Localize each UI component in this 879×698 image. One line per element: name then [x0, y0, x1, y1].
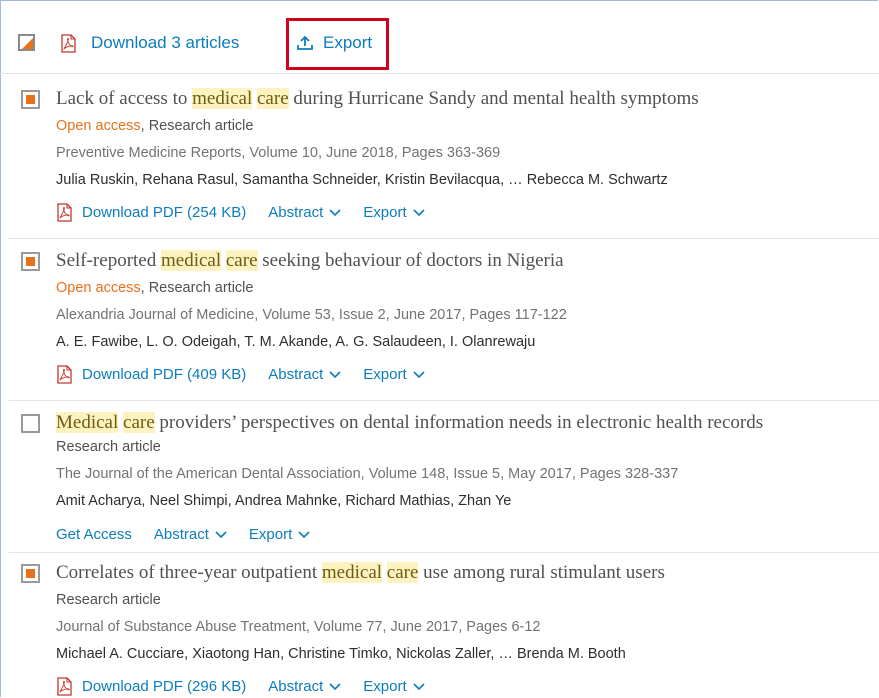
pdf-icon — [61, 33, 76, 53]
result-title-link[interactable]: Correlates of three-year outpatient medi… — [56, 562, 665, 584]
export-toggle[interactable]: Export — [363, 366, 425, 383]
chevron-down-icon — [329, 208, 341, 216]
chevron-down-icon — [329, 682, 341, 690]
result-checkbox[interactable] — [21, 252, 40, 271]
source-citation: Journal of Substance Abuse Treatment, Vo… — [56, 619, 541, 635]
pdf-icon — [57, 677, 72, 696]
export-highlight-box — [286, 18, 389, 70]
abstract-toggle[interactable]: Abstract — [268, 204, 341, 221]
article-type: Research article — [56, 439, 161, 455]
select-all-checkbox[interactable] — [18, 34, 35, 51]
download-pdf-link[interactable]: Download PDF (409 KB) — [56, 365, 246, 384]
pdf-icon — [57, 365, 72, 384]
chevron-down-icon — [413, 370, 425, 378]
article-type: Open access, Research article — [56, 280, 254, 296]
open-access-badge: Open access — [56, 118, 141, 134]
result-actions: Download PDF (409 KB) Abstract Export — [56, 365, 425, 384]
authors: Michael A. Cucciare, Xiaotong Han, Chris… — [56, 646, 626, 662]
download-selected-button[interactable]: Download 3 articles — [60, 33, 239, 53]
abstract-toggle[interactable]: Abstract — [268, 366, 341, 383]
download-pdf-link[interactable]: Download PDF (254 KB) — [56, 203, 246, 222]
result-divider — [8, 552, 879, 553]
source-citation: Preventive Medicine Reports, Volume 10, … — [56, 145, 501, 161]
download-pdf-link[interactable]: Download PDF (296 KB) — [56, 677, 246, 696]
chevron-down-icon — [413, 208, 425, 216]
results-toolbar: Download 3 articles Export — [0, 0, 879, 74]
authors: Amit Acharya, Neel Shimpi, Andrea Mahnke… — [56, 493, 512, 509]
export-toggle[interactable]: Export — [249, 526, 310, 543]
abstract-toggle[interactable]: Abstract — [154, 526, 227, 543]
authors: Julia Ruskin, Rehana Rasul, Samantha Sch… — [56, 172, 668, 188]
pdf-icon — [57, 203, 72, 222]
chevron-down-icon — [215, 530, 227, 538]
open-access-badge: Open access — [56, 280, 141, 296]
result-actions: Get Access Abstract Export — [56, 526, 310, 543]
result-actions: Download PDF (254 KB) Abstract Export — [56, 203, 425, 222]
result-actions: Download PDF (296 KB) Abstract Export — [56, 677, 425, 696]
result-divider — [8, 400, 879, 401]
result-title-link[interactable]: Lack of access to medical care during Hu… — [56, 88, 699, 110]
source-citation: The Journal of the American Dental Assoc… — [56, 466, 679, 482]
result-checkbox[interactable] — [21, 414, 40, 433]
export-toggle[interactable]: Export — [363, 678, 425, 695]
chevron-down-icon — [298, 530, 310, 538]
get-access-link[interactable]: Get Access — [56, 526, 132, 543]
authors: A. E. Fawibe, L. O. Odeigah, T. M. Akand… — [56, 334, 536, 350]
result-title-link[interactable]: Medical care providers’ perspectives on … — [56, 412, 763, 434]
chevron-down-icon — [413, 682, 425, 690]
abstract-toggle[interactable]: Abstract — [268, 678, 341, 695]
result-checkbox[interactable] — [21, 564, 40, 583]
result-title-link[interactable]: Self-reported medical care seeking behav… — [56, 250, 564, 272]
article-type: Open access, Research article — [56, 118, 254, 134]
result-checkbox[interactable] — [21, 90, 40, 109]
result-divider — [8, 238, 879, 239]
download-selected-label: Download 3 articles — [91, 33, 240, 52]
export-toggle[interactable]: Export — [363, 204, 425, 221]
chevron-down-icon — [329, 370, 341, 378]
article-type: Research article — [56, 592, 161, 608]
source-citation: Alexandria Journal of Medicine, Volume 5… — [56, 307, 567, 323]
